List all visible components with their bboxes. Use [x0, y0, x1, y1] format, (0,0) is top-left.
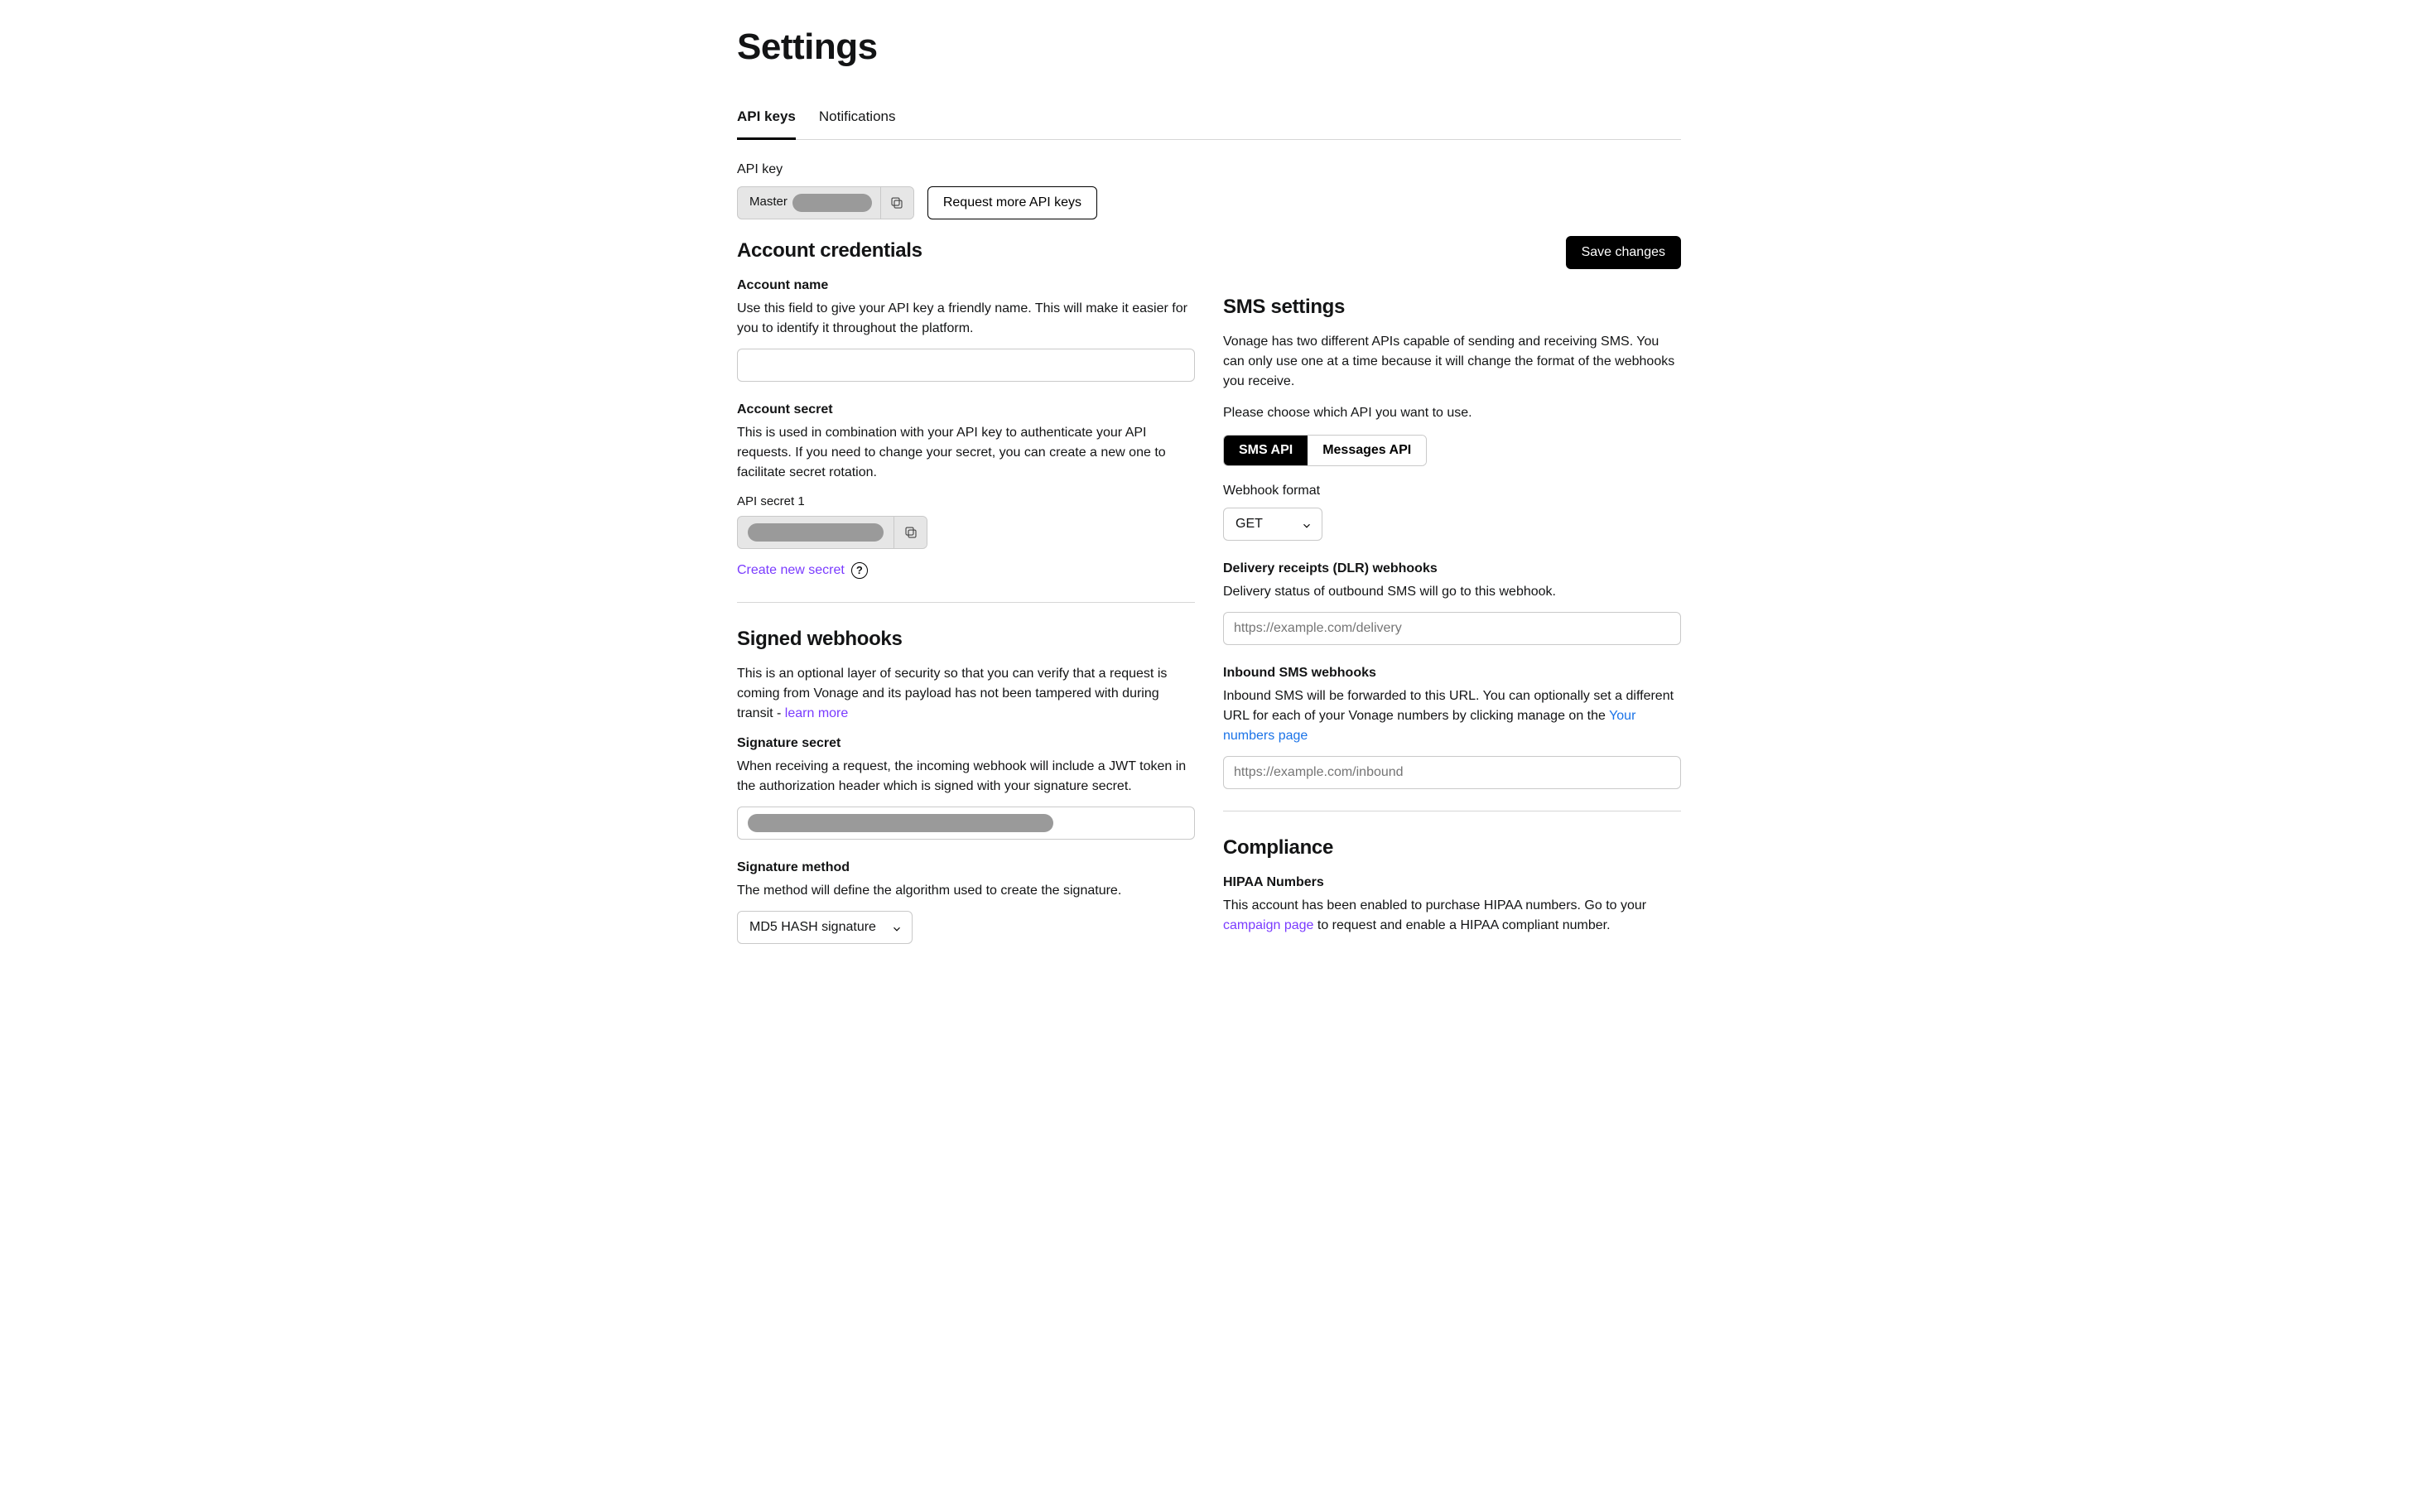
page-title: Settings	[737, 20, 1681, 75]
signature-method-label: Signature method	[737, 858, 1195, 878]
signature-method-select[interactable]: MD5 HASH signature	[737, 911, 913, 944]
sms-settings-desc: Vonage has two different APIs capable of…	[1223, 332, 1681, 392]
signed-webhooks-heading: Signed webhooks	[737, 624, 1195, 654]
api-secret-value-box	[737, 516, 927, 549]
tab-api-keys[interactable]: API keys	[737, 98, 796, 140]
compliance-heading: Compliance	[1223, 833, 1681, 863]
sms-api-option[interactable]: SMS API	[1224, 436, 1308, 465]
signature-method-value: MD5 HASH signature	[749, 917, 876, 937]
divider	[737, 602, 1195, 603]
account-secret-desc: This is used in combination with your AP…	[737, 423, 1195, 483]
learn-more-link[interactable]: learn more	[785, 706, 848, 720]
signature-secret-redacted	[748, 814, 1053, 832]
save-changes-button[interactable]: Save changes	[1566, 236, 1681, 269]
hipaa-numbers-desc: This account has been enabled to purchas…	[1223, 896, 1681, 936]
sms-api-toggle: SMS API Messages API	[1223, 435, 1427, 466]
create-new-secret-link[interactable]: Create new secret	[737, 561, 845, 580]
account-name-desc: Use this field to give your API key a fr…	[737, 299, 1195, 339]
webhook-format-label: Webhook format	[1223, 481, 1681, 501]
hipaa-numbers-label: HIPAA Numbers	[1223, 873, 1681, 893]
dlr-webhook-input[interactable]	[1223, 612, 1681, 645]
tab-notifications[interactable]: Notifications	[819, 98, 896, 140]
webhook-format-select[interactable]: GET	[1223, 508, 1322, 541]
account-name-input[interactable]	[737, 349, 1195, 382]
api-key-value-box: Master	[737, 186, 914, 219]
api-key-prefix: Master	[738, 193, 792, 212]
sms-choose-text: Please choose which API you want to use.	[1223, 403, 1681, 423]
copy-icon	[903, 525, 918, 540]
sms-settings-heading: SMS settings	[1223, 292, 1681, 322]
account-secret-label: Account secret	[737, 400, 1195, 420]
webhook-format-value: GET	[1235, 514, 1263, 534]
copy-icon	[889, 195, 904, 210]
messages-api-option[interactable]: Messages API	[1308, 436, 1426, 465]
inbound-webhook-input[interactable]	[1223, 756, 1681, 789]
account-name-label: Account name	[737, 276, 1195, 296]
inbound-webhooks-desc: Inbound SMS will be forwarded to this UR…	[1223, 686, 1681, 746]
api-key-redacted	[792, 194, 872, 212]
signature-secret-box	[737, 807, 1195, 840]
signed-webhooks-desc: This is an optional layer of security so…	[737, 664, 1195, 724]
signature-secret-desc: When receiving a request, the incoming w…	[737, 757, 1195, 797]
tabs: API keys Notifications	[737, 98, 1681, 140]
signature-secret-label: Signature secret	[737, 734, 1195, 754]
campaign-page-link[interactable]: campaign page	[1223, 918, 1313, 932]
dlr-webhooks-label: Delivery receipts (DLR) webhooks	[1223, 559, 1681, 579]
dlr-webhooks-desc: Delivery status of outbound SMS will go …	[1223, 582, 1681, 602]
api-key-label: API key	[737, 160, 1681, 180]
copy-api-key-button[interactable]	[880, 187, 913, 219]
api-secret-redacted	[748, 523, 884, 542]
signature-method-desc: The method will define the algorithm use…	[737, 881, 1195, 901]
copy-api-secret-button[interactable]	[894, 517, 927, 548]
help-icon[interactable]: ?	[851, 562, 868, 579]
inbound-webhooks-label: Inbound SMS webhooks	[1223, 663, 1681, 683]
request-more-api-keys-button[interactable]: Request more API keys	[927, 186, 1097, 219]
api-secret-1-label: API secret 1	[737, 493, 1195, 512]
account-credentials-heading: Account credentials	[737, 236, 1195, 266]
